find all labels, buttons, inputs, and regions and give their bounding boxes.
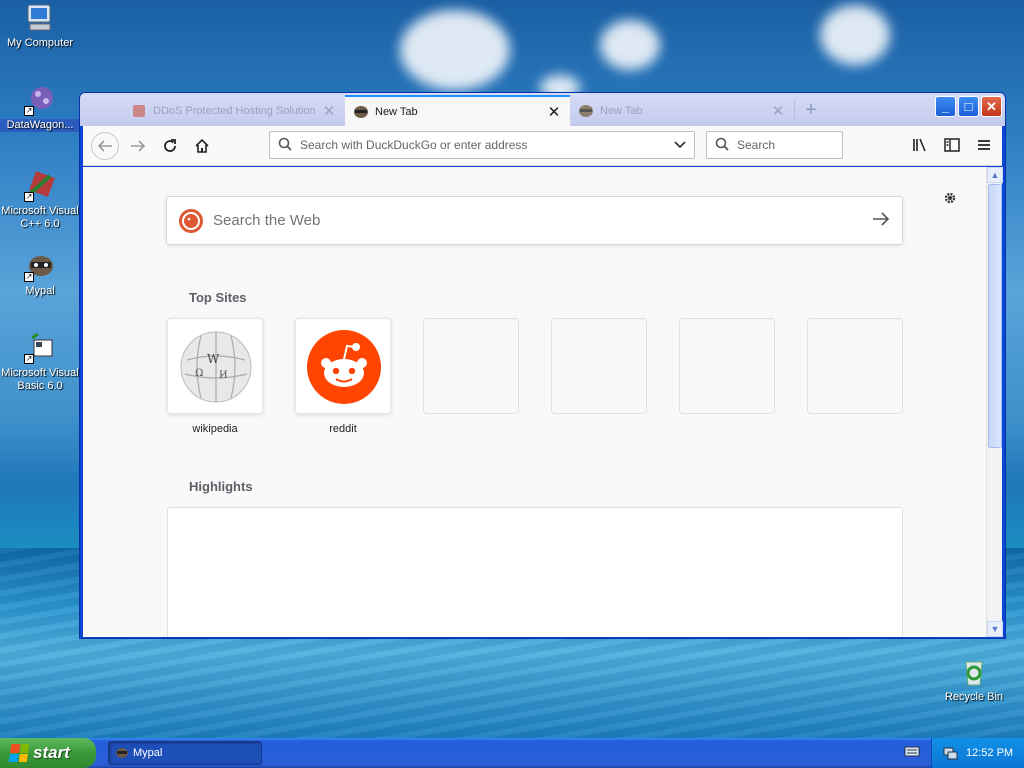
desktop-icon-mypal[interactable]: ↗ Mypal — [0, 250, 80, 298]
address-bar[interactable]: Search with DuckDuckGo or enter address — [269, 131, 695, 159]
visual-cpp-icon: ↗ — [24, 170, 56, 202]
sidebar-icon[interactable] — [943, 136, 961, 154]
desktop-icon-visual-basic[interactable]: ↗ Microsoft Visual Basic 6.0 — [0, 332, 80, 393]
address-bar-placeholder: Search with DuckDuckGo or enter address — [300, 138, 528, 152]
cloud — [400, 10, 510, 90]
keyboard-icon[interactable] — [904, 745, 920, 761]
recycle-bin-icon — [958, 656, 990, 688]
shortcut-arrow-icon: ↗ — [24, 354, 34, 364]
tab-close-icon[interactable]: ✕ — [321, 102, 337, 120]
tab-close-icon[interactable]: ✕ — [546, 103, 562, 121]
mypal-icon — [353, 105, 369, 119]
top-site-tile-empty[interactable] — [679, 318, 775, 414]
clock[interactable]: 12:52 PM — [966, 747, 1013, 759]
svg-text:Ω: Ω — [195, 368, 203, 379]
tab-close-icon[interactable]: ✕ — [770, 102, 786, 120]
top-sites-title: Top Sites — [189, 290, 247, 305]
web-search-box[interactable]: Search the Web — [166, 196, 903, 245]
tab-title: DDoS Protected Hosting Solutions — [153, 104, 315, 117]
tab-new-tab-active[interactable]: New Tab ✕ — [345, 95, 570, 126]
shortcut-arrow-icon: ↗ — [24, 106, 34, 116]
start-label: start — [33, 743, 70, 762]
desktop-icon-visual-cpp[interactable]: ↗ Microsoft Visual C++ 6.0 — [0, 170, 80, 231]
tab-strip: DDoS Protected Hosting Solutions ✕ New T… — [80, 93, 1005, 126]
top-site-tile-reddit[interactable] — [295, 318, 391, 414]
top-site-tile-empty[interactable] — [807, 318, 903, 414]
scrollbar-thumb[interactable] — [988, 184, 1002, 448]
tab-title: New Tab — [375, 105, 418, 118]
search-icon — [278, 137, 292, 154]
close-window-button[interactable]: ✕ — [981, 96, 1002, 117]
desktop-icon-label: My Computer — [6, 37, 74, 49]
my-computer-icon — [24, 2, 56, 34]
wikipedia-icon: WΩ И — [179, 330, 253, 407]
system-tray: 12:52 PM — [931, 738, 1024, 768]
search-bar-placeholder: Search — [737, 138, 776, 152]
web-search-placeholder: Search the Web — [213, 212, 321, 229]
taskbar: start Mypal 12:52 PM — [0, 738, 1024, 768]
desktop-icon-my-computer[interactable]: My Computer — [0, 2, 80, 50]
scroll-up-arrow-icon[interactable]: ▲ — [987, 167, 1003, 183]
reload-icon[interactable] — [157, 133, 183, 159]
desktop-icon-label: DataWagon... — [0, 119, 80, 132]
top-site-tile-empty[interactable] — [423, 318, 519, 414]
minimize-button[interactable]: _ — [935, 96, 956, 117]
desktop-icon-recycle-bin[interactable]: Recycle Bin — [934, 656, 1014, 704]
highlights-title: Highlights — [189, 479, 253, 494]
gear-icon[interactable] — [941, 189, 959, 207]
browser-window: DDoS Protected Hosting Solutions ✕ New T… — [79, 92, 1006, 639]
datawagon-icon: ↗ — [24, 84, 56, 116]
search-icon — [715, 137, 729, 154]
top-site-tile-empty[interactable] — [551, 318, 647, 414]
mypal-icon: ↗ — [24, 250, 56, 282]
top-site-label: reddit — [329, 423, 357, 435]
mypal-icon — [115, 746, 129, 760]
svg-text:И: И — [219, 370, 228, 381]
shortcut-arrow-icon: ↗ — [24, 192, 34, 202]
maximize-button[interactable]: □ — [958, 96, 979, 117]
cloud — [820, 5, 890, 65]
desktop-icon-label: Microsoft Visual C++ 6.0 — [1, 205, 79, 230]
forward-arrow-icon[interactable] — [125, 133, 151, 159]
network-icon[interactable] — [942, 745, 958, 761]
desktop-icon-label: Microsoft Visual Basic 6.0 — [1, 367, 79, 392]
windows-flag-icon — [8, 744, 30, 762]
top-site-label: wikipedia — [192, 423, 238, 435]
scroll-down-arrow-icon[interactable]: ▼ — [987, 621, 1003, 637]
taskbar-item-mypal[interactable]: Mypal — [108, 741, 262, 765]
window-controls: _ □ ✕ — [935, 96, 1002, 117]
chevron-down-icon[interactable] — [674, 138, 686, 152]
home-icon[interactable] — [189, 133, 215, 159]
desktop-icon-label: Mypal — [25, 285, 55, 297]
arrow-right-icon[interactable] — [872, 210, 890, 231]
tab-ddos-protected[interactable]: DDoS Protected Hosting Solutions ✕ — [123, 95, 345, 126]
duckduckgo-icon — [179, 208, 203, 233]
new-tab-plus-icon[interactable]: + — [795, 95, 827, 126]
mypal-icon — [578, 104, 594, 118]
top-site-tile-wikipedia[interactable]: WΩ И — [167, 318, 263, 414]
vertical-scrollbar[interactable]: ▲ ▼ — [986, 167, 1003, 637]
desktop-icon-datawagon[interactable]: ↗ DataWagon... — [0, 84, 80, 132]
tab-new-tab[interactable]: New Tab ✕ — [570, 95, 794, 126]
taskbar-item-label: Mypal — [133, 747, 163, 759]
menu-hamburger-icon[interactable] — [975, 136, 993, 154]
tab-favicon-icon — [131, 104, 147, 118]
tab-title: New Tab — [600, 104, 643, 117]
shortcut-arrow-icon: ↗ — [24, 272, 34, 282]
toolbar-right-buttons — [911, 136, 993, 154]
library-icon[interactable] — [911, 136, 929, 154]
svg-text:W: W — [207, 352, 220, 366]
new-tab-page: Search the Web Top Sites WΩ И wikipedia r… — [83, 167, 989, 637]
reddit-icon — [306, 329, 382, 408]
start-button[interactable]: start — [0, 738, 96, 768]
desktop-icon-label: Recycle Bin — [944, 691, 1004, 703]
back-arrow-icon[interactable] — [91, 131, 119, 160]
highlights-placeholder — [167, 507, 903, 637]
cloud — [600, 20, 660, 70]
visual-basic-icon: ↗ — [24, 332, 56, 364]
search-bar[interactable]: Search — [706, 131, 843, 159]
